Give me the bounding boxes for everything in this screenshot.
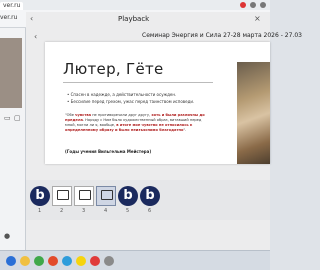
chevron-left-icon[interactable]: ‹ — [34, 32, 37, 41]
bullet-point: • Спасен в надежде, а действительности о… — [67, 92, 177, 97]
screen-icon[interactable]: ▢ — [14, 114, 21, 122]
slide-title: Лютер, Гёте — [63, 60, 164, 78]
start-icon[interactable] — [6, 256, 16, 266]
folder-icon[interactable] — [20, 256, 30, 266]
presentation-title: Семинар Энергия и Сила 27-28 марта 2026 … — [142, 32, 302, 39]
thumbnail-monitor-selected[interactable] — [96, 186, 116, 206]
thumbnail-monitor[interactable] — [74, 186, 94, 206]
participant-video — [0, 38, 22, 108]
app-icon[interactable] — [62, 256, 72, 266]
thumbnail-number: 2 — [60, 208, 64, 214]
thumbnail-monitor[interactable] — [52, 186, 72, 206]
app-icon[interactable] — [34, 256, 44, 266]
thumbnail-number: 3 — [82, 208, 86, 214]
app-icon[interactable] — [104, 256, 114, 266]
back-icon[interactable]: ‹ — [30, 14, 33, 23]
title-divider — [63, 82, 213, 83]
thumbnail-number: 6 — [148, 208, 152, 214]
mic-icon[interactable]: ● — [4, 232, 10, 240]
thumbnail-logo[interactable]: b — [118, 186, 138, 206]
thumbnail-logo[interactable]: b — [30, 186, 50, 206]
quote-text: "Обе чувства не противоречили друг другу… — [65, 113, 205, 132]
url-text[interactable]: ver.ru — [0, 14, 17, 21]
chat-icon[interactable]: ▭ — [4, 114, 11, 122]
close-window-icon[interactable] — [260, 2, 266, 8]
bullet-point: • Бессилие перед грехом, ужас перед таин… — [67, 99, 195, 104]
quote-source: (Годы учения Вильгельма Мейстера) — [65, 149, 152, 154]
slide: Лютер, Гёте • Спасен в надежде, а действ… — [45, 42, 270, 164]
browser-icon[interactable] — [48, 256, 58, 266]
browser-tab-strip — [0, 0, 270, 10]
thumbnail-logo[interactable]: b — [140, 186, 160, 206]
thumbnail-number: 4 — [104, 208, 108, 214]
thumbnail-number: 1 — [38, 208, 42, 214]
app-icon[interactable] — [76, 256, 86, 266]
minimize-icon[interactable] — [250, 2, 256, 8]
window-title: Playback — [118, 15, 150, 23]
browser-tab[interactable]: ver.ru — [0, 2, 24, 10]
thumbnail-number: 5 — [126, 208, 130, 214]
painting-image — [237, 62, 270, 164]
notification-icon[interactable] — [240, 2, 246, 8]
close-icon[interactable]: × — [254, 14, 261, 23]
app-icon[interactable] — [90, 256, 100, 266]
